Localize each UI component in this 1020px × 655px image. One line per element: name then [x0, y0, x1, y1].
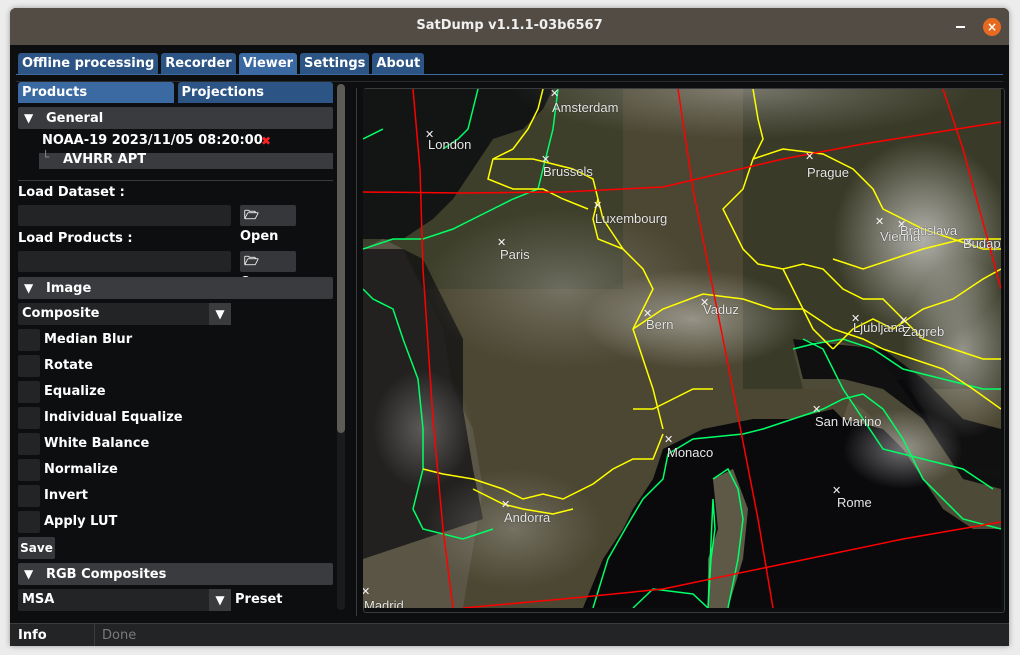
- tab-projections[interactable]: Projections: [177, 82, 333, 103]
- checkbox-label: Normalize: [44, 462, 118, 477]
- dropdown-arrow-icon: ▼: [209, 589, 231, 611]
- dataset-item[interactable]: NOAA-19 2023/11/05 08:20:00: [42, 132, 263, 150]
- status-label: Info: [18, 628, 47, 643]
- save-button[interactable]: Save: [18, 537, 55, 559]
- tree-line-icon: └: [42, 150, 50, 164]
- main-tabs: Offline processing Recorder Viewer Setti…: [18, 53, 425, 74]
- checkbox-median-blur[interactable]: [18, 329, 40, 351]
- product-item[interactable]: └ AVHRR APT: [39, 150, 333, 169]
- status-text: Done: [102, 628, 137, 643]
- city-label: Rome: [837, 495, 872, 510]
- city-label: Madrid: [364, 598, 404, 608]
- tab-products[interactable]: Products: [18, 82, 174, 103]
- checkbox-white-balance[interactable]: [18, 433, 40, 455]
- load-dataset-label: Load Dataset :: [18, 185, 125, 200]
- city-label: Paris: [500, 247, 530, 262]
- checkbox-normalize[interactable]: [18, 459, 40, 481]
- folder-icon: 🗁: [244, 208, 259, 222]
- rgb-preset-select[interactable]: MSA ▼: [18, 589, 231, 611]
- panel-divider[interactable]: [356, 88, 357, 616]
- scrollbar-thumb[interactable]: [337, 84, 345, 433]
- map-overlay: [363, 89, 1001, 608]
- city-label: Brussels: [543, 164, 593, 179]
- load-dataset-input[interactable]: [18, 205, 231, 226]
- city-label: Ljubljana: [853, 320, 906, 335]
- checkbox-individual-equalize[interactable]: [18, 407, 40, 429]
- collapse-arrow-icon: ▼: [24, 281, 34, 295]
- image-section-header[interactable]: ▼ Image: [18, 277, 333, 299]
- city-label: San Marino: [815, 414, 882, 429]
- tab-offline-processing[interactable]: Offline processing: [18, 53, 159, 74]
- checkbox-equalize[interactable]: [18, 381, 40, 403]
- remove-dataset-icon[interactable]: ✖: [261, 132, 271, 150]
- checkbox-label: Apply LUT: [44, 514, 118, 529]
- city-label: Monaco: [667, 445, 714, 460]
- preset-label: Preset: [235, 592, 283, 607]
- checkbox-label: Invert: [44, 488, 89, 503]
- city-marker-icon: ✕: [805, 150, 815, 163]
- divider: [94, 624, 95, 646]
- city-marker-icon: ✕: [501, 498, 511, 511]
- checkbox-invert[interactable]: [18, 485, 40, 507]
- checkbox-label: Individual Equalize: [44, 410, 183, 425]
- products-panel: Products Projections ▼ General NOAA-19 20…: [18, 82, 334, 613]
- tab-about[interactable]: About: [372, 53, 425, 74]
- open-products-button[interactable]: 🗁Open: [240, 251, 296, 290]
- city-marker-icon: ✕: [664, 433, 674, 446]
- satellite-image[interactable]: ✕ Amsterdam ✕ London ✕ Brussels ✕ Prague ✕ Luxemb…: [363, 89, 1001, 608]
- product-label: AVHRR APT: [63, 152, 147, 167]
- load-products-input[interactable]: [18, 251, 231, 272]
- city-label: Bratislava: [900, 223, 958, 238]
- checkbox-label: Rotate: [44, 358, 93, 373]
- status-bar: Info Done: [10, 623, 1009, 646]
- window-title: SatDump v1.1.1-03b6567: [416, 18, 603, 33]
- panel-tabs: Products Projections: [18, 82, 333, 103]
- general-section-header[interactable]: ▼ General: [18, 107, 333, 129]
- tab-settings[interactable]: Settings: [300, 53, 370, 74]
- open-dataset-button[interactable]: 🗁Open: [240, 205, 296, 244]
- collapse-arrow-icon: ▼: [24, 567, 34, 581]
- tab-recorder[interactable]: Recorder: [161, 53, 236, 74]
- city-label: Luxembourg: [595, 211, 668, 226]
- tab-viewer[interactable]: Viewer: [238, 53, 298, 74]
- load-products-label: Load Products :: [18, 231, 133, 246]
- image-mode-select[interactable]: Composite ▼: [18, 303, 231, 325]
- city-label: Prague: [807, 165, 849, 180]
- checkbox-label: White Balance: [44, 436, 150, 451]
- panel-scrollbar[interactable]: [337, 84, 345, 610]
- minimize-icon[interactable]: [956, 26, 965, 28]
- city-marker-icon: ✕: [593, 199, 603, 212]
- checkbox-label: Median Blur: [44, 332, 133, 347]
- checkbox-apply-lut[interactable]: [18, 511, 40, 533]
- collapse-arrow-icon: ▼: [24, 111, 34, 125]
- city-label: Amsterdam: [552, 100, 619, 115]
- tab-underline: [16, 74, 1003, 75]
- city-label: Budapest: [963, 236, 1001, 251]
- city-label: Andorra: [504, 510, 551, 525]
- city-label: Bern: [646, 317, 674, 332]
- checkbox-label: Equalize: [44, 384, 106, 399]
- city-marker-icon: ✕: [875, 215, 885, 228]
- divider: [18, 180, 333, 181]
- title-bar: SatDump v1.1.1-03b6567 ×: [10, 8, 1009, 45]
- city-marker-icon: ✕: [550, 89, 560, 100]
- city-marker-icon: ✕: [363, 585, 371, 598]
- city-label: London: [428, 137, 472, 152]
- close-icon[interactable]: ×: [983, 18, 1001, 36]
- checkbox-rotate[interactable]: [18, 355, 40, 377]
- dropdown-arrow-icon: ▼: [209, 303, 231, 325]
- rgb-composites-section-header[interactable]: ▼ RGB Composites: [18, 563, 333, 585]
- city-label: Zagreb: [903, 324, 945, 339]
- city-label: Vaduz: [703, 302, 739, 317]
- folder-icon: 🗁: [244, 254, 259, 268]
